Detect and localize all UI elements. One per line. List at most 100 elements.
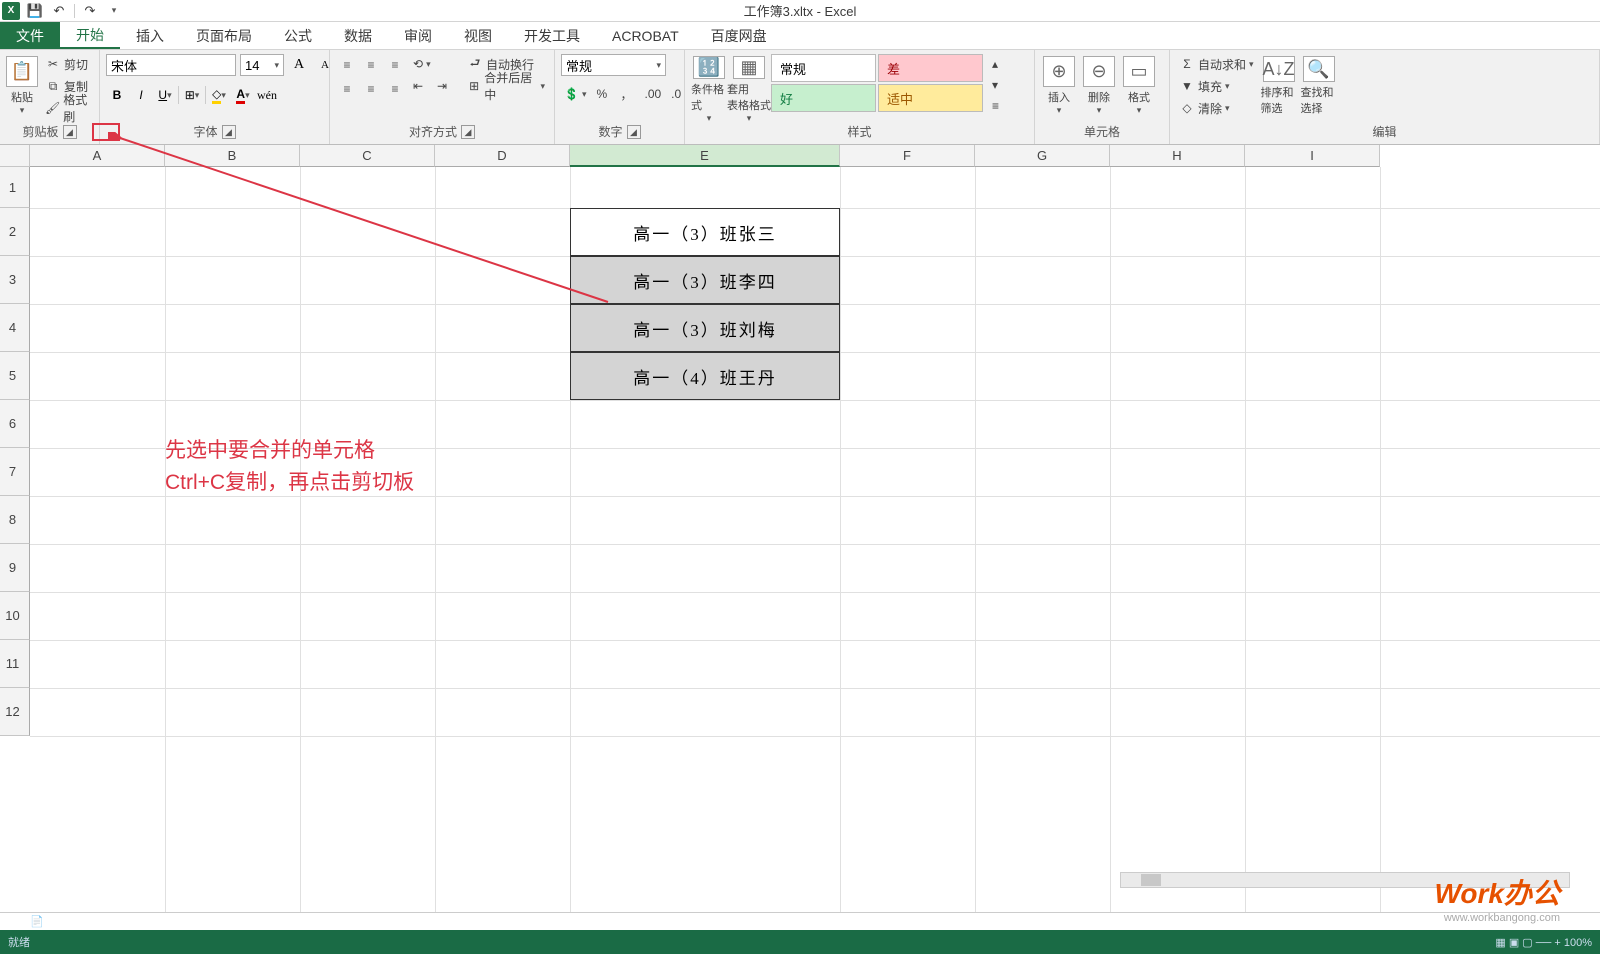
- save-button[interactable]: 💾: [26, 2, 44, 20]
- cell-styles-gallery[interactable]: 常规 差 好 适中: [771, 54, 983, 112]
- underline-button[interactable]: U▾: [154, 84, 176, 106]
- orientation-button[interactable]: ⟲▾: [410, 54, 454, 74]
- row-header-5[interactable]: 5: [0, 352, 30, 400]
- col-header-c[interactable]: C: [300, 145, 435, 167]
- border-button[interactable]: ⊞▾: [181, 84, 203, 106]
- cell-e5[interactable]: 高一（4）班王丹: [570, 352, 840, 400]
- row-header-11[interactable]: 11: [0, 640, 30, 688]
- comma-button[interactable]: ，: [617, 84, 637, 104]
- tab-baidu[interactable]: 百度网盘: [695, 22, 783, 49]
- bold-button[interactable]: B: [106, 84, 128, 106]
- font-size-combo[interactable]: 14▾: [240, 54, 284, 76]
- select-all-button[interactable]: [0, 145, 30, 167]
- tab-developer[interactable]: 开发工具: [508, 22, 596, 49]
- style-normal[interactable]: 常规: [771, 54, 876, 82]
- row-header-4[interactable]: 4: [0, 304, 30, 352]
- number-format-combo[interactable]: 常规▾: [561, 54, 666, 76]
- cell-e3[interactable]: 高一（3）班李四: [570, 256, 840, 304]
- decrease-indent-button[interactable]: ⇤: [410, 76, 430, 96]
- increase-font-button[interactable]: A: [288, 54, 310, 76]
- paste-icon: 📋: [6, 56, 38, 87]
- format-as-table-button[interactable]: ▦ 套用 表格格式▾: [731, 54, 767, 116]
- font-name-combo[interactable]: 宋体: [106, 54, 236, 76]
- sheet-tab-icon[interactable]: 📄: [30, 915, 44, 928]
- row-header-8[interactable]: 8: [0, 496, 30, 544]
- tab-acrobat[interactable]: ACROBAT: [596, 22, 695, 49]
- font-color-button[interactable]: A▾: [232, 84, 254, 106]
- col-header-e[interactable]: E: [570, 145, 840, 167]
- row-header-6[interactable]: 6: [0, 400, 30, 448]
- redo-button[interactable]: ↷: [81, 2, 99, 20]
- find-select-button[interactable]: 🔍查找和选择: [1301, 54, 1337, 116]
- undo-button[interactable]: ↶: [50, 2, 68, 20]
- tab-data[interactable]: 数据: [328, 22, 388, 49]
- fill-button[interactable]: ▼填充▾: [1176, 76, 1257, 96]
- row-header-3[interactable]: 3: [0, 256, 30, 304]
- col-header-g[interactable]: G: [975, 145, 1110, 167]
- tab-file[interactable]: 文件: [0, 22, 60, 49]
- tab-insert[interactable]: 插入: [120, 22, 180, 49]
- row-header-1[interactable]: 1: [0, 167, 30, 208]
- align-right-button[interactable]: ≡: [384, 78, 406, 100]
- row-header-12[interactable]: 12: [0, 688, 30, 736]
- alignment-launcher[interactable]: ◢: [461, 125, 475, 139]
- style-neutral[interactable]: 适中: [878, 84, 983, 112]
- italic-button[interactable]: I: [130, 84, 152, 106]
- format-painter-button[interactable]: 🖌格式刷: [42, 98, 93, 118]
- merge-center-button[interactable]: ⊞合并后居中▾: [464, 76, 548, 96]
- col-header-d[interactable]: D: [435, 145, 570, 167]
- fill-color-button[interactable]: ◇▾: [208, 84, 230, 106]
- col-header-i[interactable]: I: [1245, 145, 1380, 167]
- status-right: ▦ ▣ ▢ ── + 100%: [1495, 936, 1592, 949]
- sheet-tabs[interactable]: 📄: [0, 912, 1600, 930]
- row-header-9[interactable]: 9: [0, 544, 30, 592]
- align-left-button[interactable]: ≡: [336, 78, 358, 100]
- col-header-h[interactable]: H: [1110, 145, 1245, 167]
- autosum-button[interactable]: Σ自动求和▾: [1176, 54, 1257, 74]
- tab-page-layout[interactable]: 页面布局: [180, 22, 268, 49]
- group-clipboard-label: 剪贴板: [22, 124, 58, 140]
- styles-scroll-down[interactable]: ▾: [989, 75, 1009, 95]
- conditional-format-button[interactable]: 🔢 条件格式▾: [691, 54, 727, 116]
- col-header-f[interactable]: F: [840, 145, 975, 167]
- format-cells-button[interactable]: ▭格式▾: [1121, 54, 1157, 116]
- col-header-b[interactable]: B: [165, 145, 300, 167]
- insert-cells-button[interactable]: ⊕插入▾: [1041, 54, 1077, 116]
- clipboard-launcher[interactable]: ◢: [63, 125, 77, 139]
- phonetic-button[interactable]: wén: [256, 84, 278, 106]
- align-top-button[interactable]: ≡: [336, 54, 358, 76]
- spreadsheet[interactable]: ABCDEFGHI 123456789101112 高一（3）班张三 高一（3）…: [0, 145, 1600, 912]
- style-good[interactable]: 好: [771, 84, 876, 112]
- tab-review[interactable]: 审阅: [388, 22, 448, 49]
- styles-scroll-up[interactable]: ▴: [989, 54, 1009, 74]
- scroll-thumb[interactable]: [1141, 874, 1161, 886]
- cell-e2[interactable]: 高一（3）班张三: [570, 208, 840, 256]
- qat-customize[interactable]: ▾: [105, 2, 123, 20]
- delete-cells-button[interactable]: ⊖删除▾: [1081, 54, 1117, 116]
- tab-view[interactable]: 视图: [448, 22, 508, 49]
- row-header-2[interactable]: 2: [0, 208, 30, 256]
- row-header-10[interactable]: 10: [0, 592, 30, 640]
- style-bad[interactable]: 差: [878, 54, 983, 82]
- align-center-button[interactable]: ≡: [360, 78, 382, 100]
- number-launcher[interactable]: ◢: [627, 125, 641, 139]
- row-header-7[interactable]: 7: [0, 448, 30, 496]
- styles-more[interactable]: ≡: [989, 96, 1009, 116]
- align-middle-button[interactable]: ≡: [360, 54, 382, 76]
- cell-e4[interactable]: 高一（3）班刘梅: [570, 304, 840, 352]
- clear-button[interactable]: ◇清除▾: [1176, 98, 1257, 118]
- font-launcher[interactable]: ◢: [222, 125, 236, 139]
- align-bottom-button[interactable]: ≡: [384, 54, 406, 76]
- col-header-a[interactable]: A: [30, 145, 165, 167]
- tab-formulas[interactable]: 公式: [268, 22, 328, 49]
- cut-button[interactable]: ✂剪切: [42, 54, 93, 74]
- merge-icon: ⊞: [467, 78, 481, 94]
- currency-button[interactable]: 💲▾: [561, 84, 589, 104]
- increase-indent-button[interactable]: ⇥: [434, 76, 454, 96]
- sort-filter-button[interactable]: A↓Z排序和筛选: [1261, 54, 1297, 116]
- percent-button[interactable]: %: [593, 84, 613, 104]
- sort-icon: A↓Z: [1263, 56, 1295, 82]
- increase-decimal-button[interactable]: .00: [641, 84, 664, 104]
- paste-button[interactable]: 📋 粘贴 ▾: [6, 54, 38, 116]
- tab-home[interactable]: 开始: [60, 22, 120, 49]
